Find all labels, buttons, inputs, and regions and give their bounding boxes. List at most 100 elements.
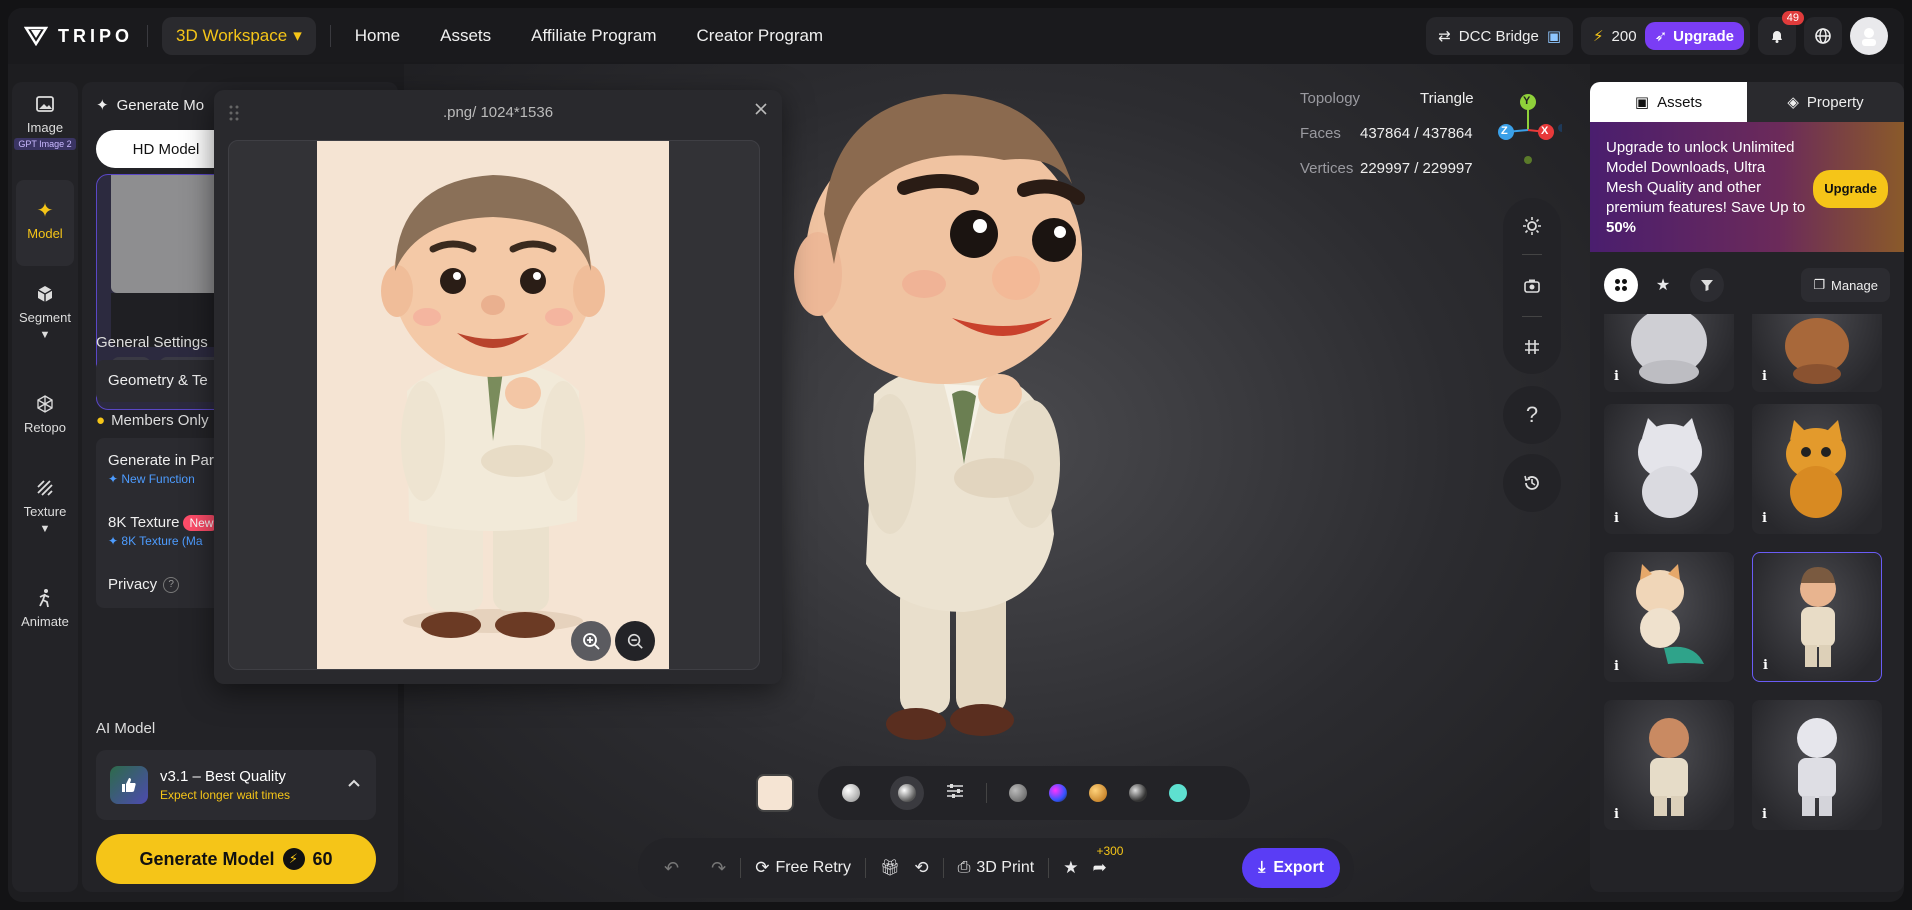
language-button[interactable] [1804, 17, 1842, 55]
texture-8k-sub: 8K Texture (Ma [121, 534, 203, 548]
asset-tile[interactable]: i [1752, 700, 1882, 830]
gold-material-sphere[interactable] [1089, 784, 1107, 802]
dcc-bridge-button[interactable]: ⇄ DCC Bridge ▣ [1426, 17, 1573, 55]
filter-button[interactable] [1690, 268, 1724, 302]
close-icon[interactable] [754, 102, 768, 121]
undo-icon[interactable]: ↶ [664, 858, 679, 879]
export-button[interactable]: ⤓ Export [1242, 848, 1340, 888]
vertices-label: Vertices [1300, 160, 1354, 177]
logo[interactable]: TRIPO [23, 25, 134, 47]
3d-print-button[interactable]: ⎙ 3D Print [958, 859, 1035, 877]
logo-text: TRIPO [58, 25, 134, 46]
rail-item-model[interactable]: ✦ Model [12, 198, 78, 242]
members-only-heading: ● Members Only [96, 412, 209, 429]
rail-item-segment[interactable]: Segment ▼ [12, 282, 78, 341]
chevron-down-icon[interactable]: ▼ [12, 329, 78, 341]
privacy-label: Privacy [108, 576, 158, 593]
app-window: TRIPO 3D Workspace ▾ Home Assets Affilia… [8, 8, 1904, 902]
source-image-thumbnail[interactable] [756, 774, 794, 812]
generate-in-parts-option[interactable]: Generate in Par ✦ New Function [108, 452, 214, 486]
asset-info-icon[interactable]: i [1614, 807, 1619, 822]
iridescent-material-sphere[interactable] [1049, 784, 1067, 802]
divider [942, 858, 944, 878]
texture-8k-option[interactable]: 8K Texture New ✦ 8K Texture (Ma [108, 514, 220, 548]
redo-icon[interactable]: ↷ [711, 858, 726, 879]
asset-info-icon[interactable]: i [1614, 369, 1619, 384]
screenshot-button[interactable] [1503, 278, 1561, 294]
notifications-button[interactable]: 49 [1758, 11, 1804, 55]
grid-toggle-button[interactable] [1503, 338, 1561, 356]
asset-info-icon[interactable]: i [1762, 511, 1767, 526]
star-icon[interactable]: ★ [1063, 858, 1078, 878]
chevron-down-icon[interactable]: ▼ [12, 523, 78, 535]
export-label: Export [1273, 859, 1324, 876]
zoom-in-button[interactable] [571, 621, 611, 661]
asset-info-icon[interactable]: i [1614, 511, 1619, 526]
asset-info-icon[interactable]: i [1762, 369, 1767, 384]
asset-info-icon[interactable]: i [1763, 658, 1768, 673]
textured-mode-button[interactable] [890, 776, 924, 810]
right-panel-tabs: ▣ Assets ◈ Property [1590, 82, 1904, 122]
crown-coin-icon: ● [96, 412, 106, 429]
general-settings-heading: General Settings [96, 334, 208, 351]
asset-tile[interactable]: i [1604, 314, 1734, 392]
asset-tile-selected[interactable]: i [1752, 552, 1882, 682]
rotate-view-icon[interactable]: ⟲ [914, 858, 928, 878]
reference-image [317, 141, 669, 669]
rail-item-image[interactable]: Image GPT Image 2 [12, 92, 78, 150]
favorites-filter-button[interactable]: ★ [1646, 268, 1680, 302]
rail-item-animate[interactable]: Animate [12, 586, 78, 629]
ai-model-select[interactable]: v3.1 – Best Quality Expect longer wait t… [96, 750, 376, 820]
nav-home[interactable]: Home [355, 26, 400, 46]
grid-view-button[interactable] [1604, 268, 1638, 302]
gift-icon[interactable]: 🎁︎ [880, 858, 900, 878]
dark-material-sphere[interactable] [1129, 784, 1147, 802]
manage-button[interactable]: ❐ Manage [1801, 268, 1890, 302]
workspace-dropdown[interactable]: 3D Workspace ▾ [162, 17, 316, 55]
nav-assets[interactable]: Assets [440, 26, 491, 46]
nav-affiliate-program[interactable]: Affiliate Program [531, 26, 656, 46]
rail-item-retopo[interactable]: Retopo [12, 392, 78, 435]
lighting-button[interactable] [1503, 216, 1561, 236]
privacy-option[interactable]: Privacy ? [108, 576, 180, 593]
gray-material-sphere[interactable] [1009, 784, 1027, 802]
axis-z-label: Z [1501, 125, 1508, 137]
user-avatar[interactable] [1850, 17, 1888, 55]
divider [986, 783, 987, 803]
history-button[interactable] [1503, 454, 1561, 512]
asset-tile[interactable]: i [1604, 700, 1734, 830]
upgrade-button[interactable]: ➶ Upgrade [1644, 22, 1744, 50]
adjust-settings-button[interactable] [946, 783, 964, 804]
asset-tile[interactable]: i [1752, 404, 1882, 534]
ai-model-subtitle: Expect longer wait times [160, 788, 291, 802]
asset-info-icon[interactable]: i [1762, 807, 1767, 822]
asset-tile[interactable]: i [1604, 404, 1734, 534]
tab-property[interactable]: ◈ Property [1747, 82, 1904, 122]
rail-item-texture[interactable]: Texture ▼ [12, 476, 78, 535]
tripo-logo-icon [23, 26, 49, 47]
asset-tile[interactable]: i [1752, 314, 1882, 392]
asset-tile[interactable]: i [1604, 552, 1734, 682]
divider [740, 858, 742, 878]
promo-upgrade-button[interactable]: Upgrade [1813, 170, 1888, 208]
modal-title: .png/ 1024*1536 [442, 104, 554, 121]
gpt-image-tag: GPT Image 2 [14, 138, 76, 150]
nav-creator-program[interactable]: Creator Program [697, 26, 824, 46]
help-circle-icon[interactable]: ? [163, 576, 180, 593]
camera-icon [1524, 279, 1540, 293]
tab-assets[interactable]: ▣ Assets [1590, 82, 1747, 122]
free-retry-button[interactable]: ⟳ Free Retry [755, 858, 851, 878]
axis-gizmo[interactable]: Y Z X [1492, 90, 1562, 170]
help-button[interactable]: ? [1503, 386, 1561, 444]
image-canvas[interactable] [228, 140, 760, 670]
zoom-out-button[interactable] [615, 621, 655, 661]
credits-bolt-icon: ⚡ [1593, 28, 1604, 45]
divider [1522, 316, 1542, 317]
render-mode-bar [818, 766, 1250, 820]
asset-info-icon[interactable]: i [1614, 659, 1619, 674]
robot-icon: ▣ [1546, 28, 1561, 45]
share-button[interactable]: +300 ➦ [1092, 844, 1123, 878]
teal-material-sphere[interactable] [1169, 784, 1187, 802]
generate-model-button[interactable]: Generate Model ⚡ 60 [96, 834, 376, 884]
shaded-mode-button[interactable] [834, 776, 868, 810]
